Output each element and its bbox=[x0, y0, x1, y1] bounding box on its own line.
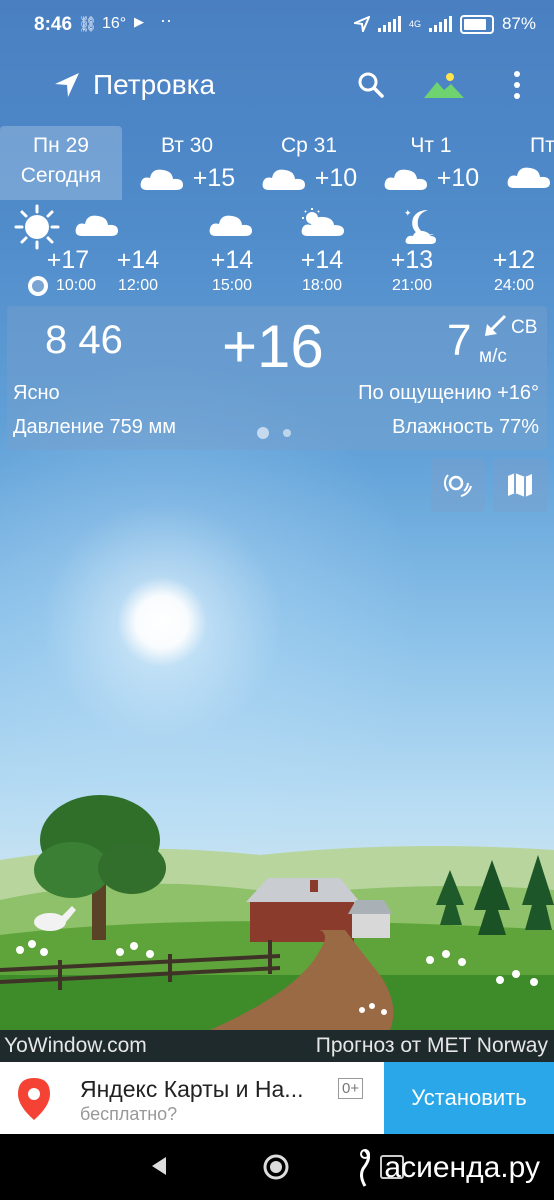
app-bar: Петровка bbox=[0, 58, 554, 112]
condition-text: Ясно bbox=[13, 382, 60, 404]
hour-time: 21:00 bbox=[391, 277, 433, 294]
cloud-icon bbox=[262, 169, 305, 190]
hour-temp: +14 bbox=[210, 246, 254, 274]
map-pin-icon bbox=[18, 1078, 50, 1120]
sun-icon bbox=[14, 204, 60, 250]
watermark: асиенда.ру bbox=[352, 1146, 540, 1190]
back-icon[interactable] bbox=[148, 1154, 172, 1178]
watermark-logo-icon bbox=[360, 1148, 371, 1187]
landscape-icon[interactable] bbox=[422, 70, 466, 100]
hour-temp: +14 bbox=[300, 246, 344, 274]
hour-item: +12 24:00 bbox=[474, 200, 554, 295]
page-dot bbox=[283, 429, 291, 437]
more-notifications-icon: ·· bbox=[160, 10, 172, 30]
current-time-marker-icon bbox=[28, 276, 48, 296]
map-icon bbox=[508, 473, 532, 497]
hour-time: 15:00 bbox=[211, 277, 253, 294]
day-name: Ср 31 bbox=[280, 134, 338, 157]
hour-item: +14 12:00 bbox=[98, 200, 178, 295]
status-time: 8:46 bbox=[34, 14, 73, 35]
feels-like: По ощущению +16° bbox=[358, 382, 539, 404]
status-temp: 16° bbox=[102, 15, 127, 32]
moon-cloud-icon: ✦ bbox=[404, 209, 436, 244]
hour-temp: +12 bbox=[492, 246, 536, 274]
location-icon[interactable] bbox=[52, 70, 82, 100]
day-tabs: Пн 29 Сегодня Вт 30 +15 Ср 31 +10 Чт 1 +… bbox=[0, 126, 554, 200]
day-temp: +15 bbox=[192, 164, 236, 192]
location-arrow-icon bbox=[353, 16, 370, 32]
wind-unit: м/с bbox=[479, 346, 507, 367]
day-tab[interactable]: Пт bbox=[498, 126, 554, 200]
day-name: Вт 30 bbox=[160, 134, 214, 157]
day-tab[interactable]: Вт 30 +15 bbox=[128, 126, 246, 200]
day-tab[interactable]: Чт 1 +10 bbox=[372, 126, 490, 200]
battery-level: 87% bbox=[501, 14, 536, 33]
yowindow-link[interactable]: YoWindow.com bbox=[4, 1034, 147, 1058]
signal-icon bbox=[377, 16, 401, 32]
attribution-bar: YoWindow.com Прогноз от MET Norway bbox=[0, 1030, 554, 1062]
svg-text:✦: ✦ bbox=[404, 209, 412, 219]
battery-icon bbox=[459, 14, 494, 34]
ad-title: Яндекс Карты и На... bbox=[80, 1076, 304, 1102]
current-time: 8 46 bbox=[45, 318, 123, 362]
cloud-icon bbox=[384, 169, 427, 190]
cloud-icon bbox=[507, 167, 550, 188]
day-tab[interactable]: Ср 31 +10 bbox=[250, 126, 368, 200]
partly-cloudy-icon bbox=[301, 208, 344, 236]
link-icon: ⛓ bbox=[78, 16, 98, 33]
hour-time: 12:00 bbox=[117, 277, 159, 294]
search-icon[interactable] bbox=[356, 70, 386, 100]
network-label: 4G bbox=[408, 18, 421, 29]
day-name: Пт bbox=[530, 134, 554, 157]
day-subtitle: Сегодня bbox=[20, 164, 102, 187]
page-dot-active bbox=[257, 427, 269, 439]
hour-item: ✦ +13 21:00 bbox=[372, 200, 452, 295]
age-rating: 0+ bbox=[338, 1078, 364, 1099]
ad-banner[interactable]: Яндекс Карты и На... бесплатно? 0+ Устан… bbox=[0, 1062, 554, 1134]
radar-icon bbox=[444, 474, 472, 497]
hourly-forecast: +17 10:00 +14 12:00 +14 15:00 +14 18:00 … bbox=[0, 200, 554, 298]
hour-temp: +17 bbox=[46, 246, 90, 274]
signal-icon-2 bbox=[428, 16, 452, 32]
more-menu-icon[interactable] bbox=[508, 70, 526, 100]
humidity: Влажность 77% bbox=[392, 416, 539, 438]
current-temperature: +16 bbox=[222, 313, 324, 380]
hour-item: +14 15:00 bbox=[192, 200, 272, 295]
wind-direction: СВ bbox=[511, 317, 538, 338]
forecast-source[interactable]: Прогноз от MET Norway bbox=[316, 1034, 548, 1058]
location-name[interactable]: Петровка bbox=[93, 69, 215, 101]
cloud-icon bbox=[209, 215, 252, 236]
cloud-icon bbox=[140, 169, 183, 190]
install-button[interactable]: Установить bbox=[384, 1062, 554, 1134]
hour-temp: +14 bbox=[116, 246, 160, 274]
map-button[interactable] bbox=[493, 458, 547, 512]
day-name: Чт 1 bbox=[410, 134, 452, 157]
wind-speed: 7 bbox=[447, 316, 472, 365]
play-icon: ▶ bbox=[134, 14, 144, 29]
current-conditions-panel[interactable]: 8 46 +16 7 СВ м/с Ясно По ощущению +16° … bbox=[7, 306, 547, 450]
landscape-illustration bbox=[0, 795, 554, 1030]
day-name: Пн 29 bbox=[33, 134, 89, 157]
page-indicator bbox=[257, 427, 291, 439]
day-temp: +10 bbox=[314, 164, 358, 192]
watermark-text: асиенда.ру bbox=[384, 1151, 540, 1184]
hour-item: +14 18:00 bbox=[282, 200, 362, 295]
pressure: Давление 759 мм bbox=[13, 416, 176, 438]
home-icon[interactable] bbox=[262, 1153, 290, 1181]
system-nav-bar: асиенда.ру bbox=[0, 1134, 554, 1200]
hour-time: 24:00 bbox=[493, 277, 535, 294]
radar-button[interactable] bbox=[431, 458, 485, 512]
day-tab-today[interactable]: Пн 29 Сегодня bbox=[0, 126, 122, 200]
wind-direction-icon bbox=[485, 314, 507, 336]
hour-time: 18:00 bbox=[301, 277, 343, 294]
status-bar: 8:46 ⛓ 16° ▶ ·· 4G 87% bbox=[0, 0, 554, 50]
day-temp: +10 bbox=[436, 164, 480, 192]
hour-temp: +13 bbox=[390, 246, 434, 274]
ad-subtitle: бесплатно? bbox=[80, 1104, 178, 1124]
